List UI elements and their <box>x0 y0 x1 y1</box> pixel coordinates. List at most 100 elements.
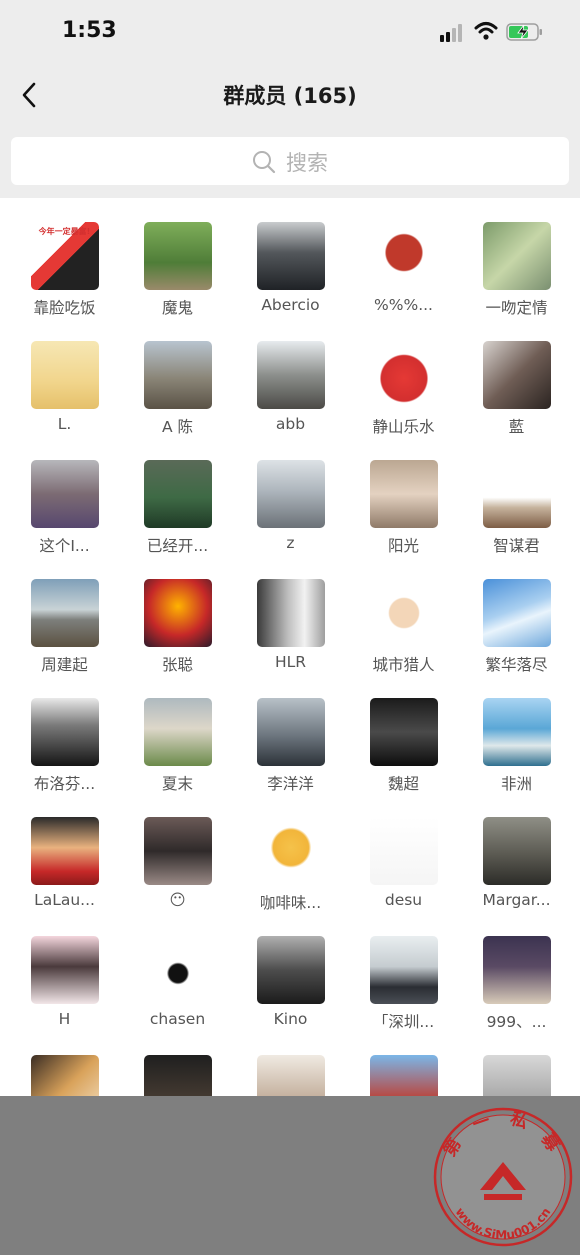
status-bar: 1:53 <box>0 0 580 68</box>
member-avatar[interactable] <box>369 341 438 409</box>
member-item[interactable]: 静山乐水 <box>347 341 460 460</box>
member-avatar[interactable] <box>256 936 325 1004</box>
member-item[interactable]: LaLau... <box>8 817 121 936</box>
member-avatar[interactable] <box>482 341 551 409</box>
member-name: Kino <box>273 1010 308 1028</box>
member-name: 张聪 <box>161 656 193 674</box>
member-item[interactable]: Abercio <box>234 222 347 341</box>
member-avatar[interactable] <box>30 817 99 885</box>
search-input[interactable]: 搜索 <box>11 137 569 185</box>
member-avatar[interactable] <box>482 222 551 290</box>
member-avatar[interactable] <box>482 817 551 885</box>
member-item[interactable]: 999、... <box>460 936 573 1055</box>
member-item[interactable]: 这个I... <box>8 460 121 579</box>
member-item[interactable]: 城市猎人 <box>347 579 460 698</box>
member-item[interactable]: H <box>8 936 121 1055</box>
member-avatar[interactable] <box>143 698 212 766</box>
member-item[interactable]: 魔鬼 <box>121 222 234 341</box>
member-grid: 今年一定暴富! 靠脸吃饭 魔鬼 Abercio%%%... 一吻定情 L. A 陈 abb 静山… <box>8 222 572 1174</box>
battery-charging-icon <box>506 23 542 41</box>
member-avatar[interactable] <box>30 460 99 528</box>
member-name: A 陈 <box>161 418 194 436</box>
member-item[interactable]: 已经开... <box>121 460 234 579</box>
member-item[interactable]: 「深圳... <box>347 936 460 1055</box>
member-item[interactable]: 周建起 <box>8 579 121 698</box>
member-avatar[interactable] <box>30 341 99 409</box>
member-item[interactable]: A 陈 <box>121 341 234 460</box>
member-avatar[interactable] <box>143 579 212 647</box>
member-item[interactable]: 智谋君 <box>460 460 573 579</box>
member-item[interactable]: 张聪 <box>121 579 234 698</box>
member-avatar[interactable] <box>482 698 551 766</box>
member-item[interactable]: 魏超 <box>347 698 460 817</box>
member-name: 布洛芬... <box>33 775 96 793</box>
member-item[interactable]: 咖啡味... <box>234 817 347 936</box>
member-item[interactable]: 非洲 <box>460 698 573 817</box>
member-name: 李洋洋 <box>267 775 314 793</box>
member-item[interactable]: 一吻定情 <box>460 222 573 341</box>
member-avatar[interactable] <box>256 341 325 409</box>
member-item[interactable]: abb <box>234 341 347 460</box>
member-avatar[interactable] <box>256 222 325 290</box>
member-item[interactable]: %%%... <box>347 222 460 341</box>
search-placeholder: 搜索 <box>286 151 328 175</box>
member-avatar[interactable] <box>482 579 551 647</box>
member-avatar[interactable] <box>369 460 438 528</box>
member-name: 非洲 <box>500 775 532 793</box>
member-item[interactable]: Margar... <box>460 817 573 936</box>
member-name: 静山乐水 <box>372 418 435 436</box>
member-avatar[interactable] <box>256 698 325 766</box>
member-avatar[interactable] <box>256 817 325 885</box>
member-name: abb <box>275 415 306 433</box>
member-avatar[interactable] <box>30 936 99 1004</box>
member-name: LaLau... <box>34 891 95 909</box>
member-name: z <box>286 534 295 552</box>
member-item[interactable]: 李洋洋 <box>234 698 347 817</box>
member-item[interactable]: 布洛芬... <box>8 698 121 817</box>
member-item[interactable]: Kino <box>234 936 347 1055</box>
member-name: 魔鬼 <box>161 299 193 317</box>
member-avatar[interactable] <box>369 817 438 885</box>
member-name: chasen <box>149 1010 206 1028</box>
member-avatar[interactable] <box>143 341 212 409</box>
watermark-seal: 第 一 私 募 www.SiMu001.cn <box>433 1107 573 1247</box>
status-time: 1:53 <box>62 18 117 43</box>
member-name: 繁华落尽 <box>485 656 548 674</box>
search-icon <box>253 151 276 174</box>
member-avatar[interactable]: 今年一定暴富! <box>30 222 99 290</box>
member-item[interactable]: 夏末 <box>121 698 234 817</box>
member-name: 魏超 <box>387 775 419 793</box>
member-item[interactable]: z <box>234 460 347 579</box>
member-avatar[interactable] <box>143 222 212 290</box>
member-item[interactable]: 今年一定暴富! 靠脸吃饭 <box>8 222 121 341</box>
member-avatar[interactable] <box>143 460 212 528</box>
member-name: 😶 <box>169 891 186 909</box>
member-item[interactable]: 繁华落尽 <box>460 579 573 698</box>
member-name: desu <box>384 891 423 909</box>
member-avatar[interactable] <box>482 460 551 528</box>
member-avatar[interactable] <box>30 579 99 647</box>
member-avatar[interactable] <box>143 936 212 1004</box>
member-item[interactable]: HLR <box>234 579 347 698</box>
member-avatar[interactable] <box>482 936 551 1004</box>
member-name: 999、... <box>486 1013 547 1031</box>
member-item[interactable]: chasen <box>121 936 234 1055</box>
member-item[interactable]: desu <box>347 817 460 936</box>
member-item[interactable]: 藍 <box>460 341 573 460</box>
member-item[interactable]: 😶 <box>121 817 234 936</box>
member-avatar[interactable] <box>369 698 438 766</box>
member-name: HLR <box>274 653 307 671</box>
member-avatar[interactable] <box>256 579 325 647</box>
nav-bar: 群成员 (165) <box>0 68 580 126</box>
member-avatar[interactable] <box>369 222 438 290</box>
wifi-icon <box>474 22 498 40</box>
member-name: Margar... <box>482 891 551 909</box>
member-avatar[interactable] <box>256 460 325 528</box>
member-avatar[interactable] <box>369 579 438 647</box>
member-avatar[interactable] <box>143 817 212 885</box>
member-avatar[interactable] <box>369 936 438 1004</box>
page-title: 群成员 (165) <box>223 84 357 108</box>
member-item[interactable]: L. <box>8 341 121 460</box>
member-avatar[interactable] <box>30 698 99 766</box>
member-item[interactable]: 阳光 <box>347 460 460 579</box>
